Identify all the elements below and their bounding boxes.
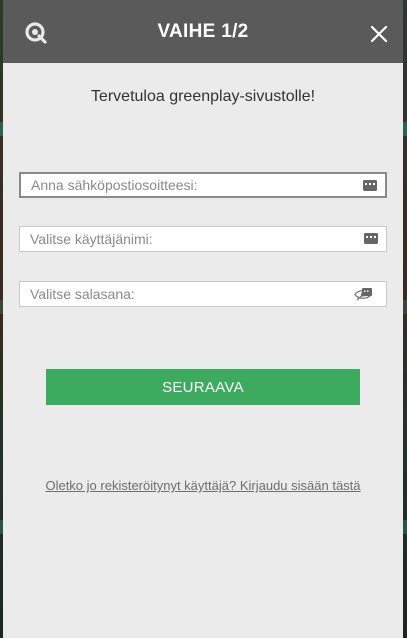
password-field-container — [19, 281, 387, 307]
keyboard-icon[interactable] — [364, 233, 378, 244]
email-field-container — [19, 172, 387, 198]
eye-slash-icon[interactable] — [354, 288, 372, 301]
close-icon[interactable] — [369, 24, 389, 44]
keyboard-icon[interactable] — [363, 180, 377, 191]
username-field-container — [19, 226, 387, 252]
modal-header: VAIHE 1/2 — [3, 0, 403, 63]
next-button[interactable]: SEURAAVA — [46, 369, 360, 405]
modal-title: VAIHE 1/2 — [157, 21, 249, 42]
welcome-text: Tervetuloa greenplay-sivustolle! — [90, 88, 316, 105]
password-field[interactable] — [30, 282, 350, 306]
email-field[interactable] — [31, 174, 351, 196]
login-link[interactable]: Oletko jo rekisteröitynyt käyttäjä? Kirj… — [3, 478, 403, 493]
username-field[interactable] — [30, 227, 350, 251]
registration-modal: VAIHE 1/2 Tervetuloa greenplay-sivustoll… — [3, 0, 403, 638]
